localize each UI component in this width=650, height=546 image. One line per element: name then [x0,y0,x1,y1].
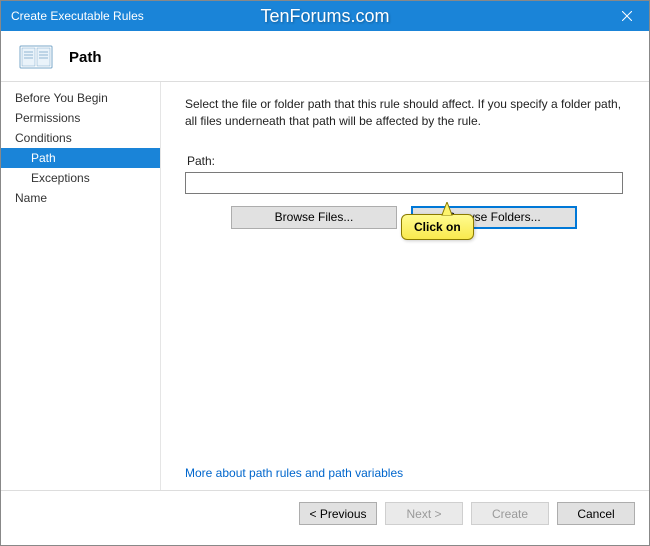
sidebar-item-before-you-begin[interactable]: Before You Begin [1,88,160,108]
book-icon [19,43,53,71]
close-button[interactable] [604,1,649,31]
path-label: Path: [187,154,623,168]
wizard-sidebar: Before You BeginPermissionsConditionsPat… [1,82,161,490]
callout-tail-icon [438,202,456,216]
sidebar-item-exceptions[interactable]: Exceptions [1,168,160,188]
next-button[interactable]: Next > [385,502,463,525]
wizard-footer: < Previous Next > Create Cancel [1,490,649,536]
sidebar-item-permissions[interactable]: Permissions [1,108,160,128]
wizard-main: Select the file or folder path that this… [161,82,649,490]
titlebar: Create Executable Rules TenForums.com [1,1,649,31]
more-about-link[interactable]: More about path rules and path variables [185,466,623,480]
create-button[interactable]: Create [471,502,549,525]
path-input[interactable] [185,172,623,194]
wizard-header: Path [1,31,649,82]
cancel-button[interactable]: Cancel [557,502,635,525]
sidebar-item-path[interactable]: Path [1,148,160,168]
close-icon [622,11,632,21]
page-title: Path [69,49,102,66]
window-title: Create Executable Rules [11,9,144,23]
instructions-text: Select the file or folder path that this… [185,96,623,130]
callout-text: Click on [414,220,461,234]
sidebar-item-name[interactable]: Name [1,188,160,208]
callout-annotation: Click on [401,214,474,240]
wizard-body: Before You BeginPermissionsConditionsPat… [1,82,649,490]
browse-files-button[interactable]: Browse Files... [231,206,397,229]
sidebar-item-conditions[interactable]: Conditions [1,128,160,148]
watermark: TenForums.com [260,6,389,27]
previous-button[interactable]: < Previous [299,502,377,525]
